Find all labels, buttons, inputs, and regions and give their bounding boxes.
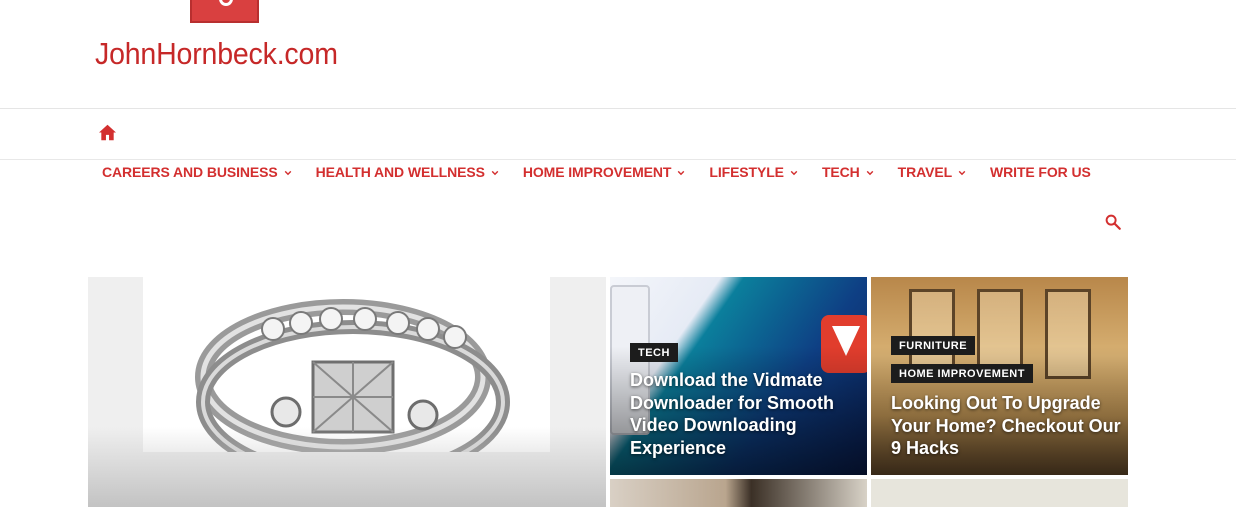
post-title[interactable]: Download the Vidmate Downloader for Smoo… [630, 369, 862, 459]
nav-item-label: TECH [821, 164, 860, 180]
post-card-partial[interactable] [610, 479, 867, 507]
chevron-down-icon [491, 170, 499, 176]
nav-item-label: LIFESTYLE [709, 164, 784, 180]
nav-item-write-for-us[interactable]: WRITE FOR US [990, 163, 1091, 181]
nav-item-label: CAREERS AND BUSINESS [102, 164, 278, 180]
header-divider [0, 108, 1236, 109]
nav-item-tech[interactable]: TECH [822, 163, 874, 181]
post-card-vidmate[interactable]: TECH Download the Vidmate Downloader for… [610, 277, 867, 475]
chevron-down-icon [790, 170, 798, 176]
post-card-partial[interactable] [871, 479, 1128, 507]
featured-post[interactable] [88, 277, 606, 507]
chevron-down-icon [284, 170, 291, 176]
featured-post-image [143, 277, 550, 484]
site-logo[interactable] [190, 0, 259, 23]
featured-post-gradient [88, 427, 606, 507]
category-badge-home-improvement[interactable]: HOME IMPROVEMENT [891, 364, 1033, 383]
nav-item-careers-and-business[interactable]: CAREERS AND BUSINESS [102, 163, 292, 181]
nav-item-lifestyle[interactable]: LIFESTYLE [709, 163, 798, 181]
post-card-home-upgrade[interactable]: FURNITURE HOME IMPROVEMENT Looking Out T… [871, 277, 1128, 475]
nav-item-label: HEALTH AND WELLNESS [315, 164, 485, 180]
search-icon[interactable] [1104, 213, 1122, 231]
nav-item-travel[interactable]: TRAVEL [898, 163, 966, 181]
home-icon[interactable] [98, 124, 117, 141]
nav-item-label: TRAVEL [897, 164, 953, 180]
category-badge-tech[interactable]: TECH [630, 343, 678, 362]
nav-item-label: WRITE FOR US [990, 164, 1091, 180]
chevron-down-icon [866, 170, 873, 176]
nav-item-health-and-wellness[interactable]: HEALTH AND WELLNESS [316, 163, 499, 181]
site-title[interactable]: JohnHornbeck.com [95, 36, 338, 72]
ring-image [195, 299, 510, 484]
primary-nav: CAREERS AND BUSINESS HEALTH AND WELLNESS… [102, 163, 1115, 181]
category-badge-furniture[interactable]: FURNITURE [891, 336, 976, 355]
chevron-down-icon [958, 170, 966, 176]
nav-item-home-improvement[interactable]: HOME IMPROVEMENT [523, 163, 686, 181]
nav-item-label: HOME IMPROVEMENT [522, 164, 672, 180]
logo-glyph [219, 0, 233, 6]
post-title[interactable]: Looking Out To Upgrade Your Home? Checko… [891, 392, 1123, 460]
chevron-down-icon [678, 170, 685, 176]
nav-divider [0, 159, 1236, 160]
